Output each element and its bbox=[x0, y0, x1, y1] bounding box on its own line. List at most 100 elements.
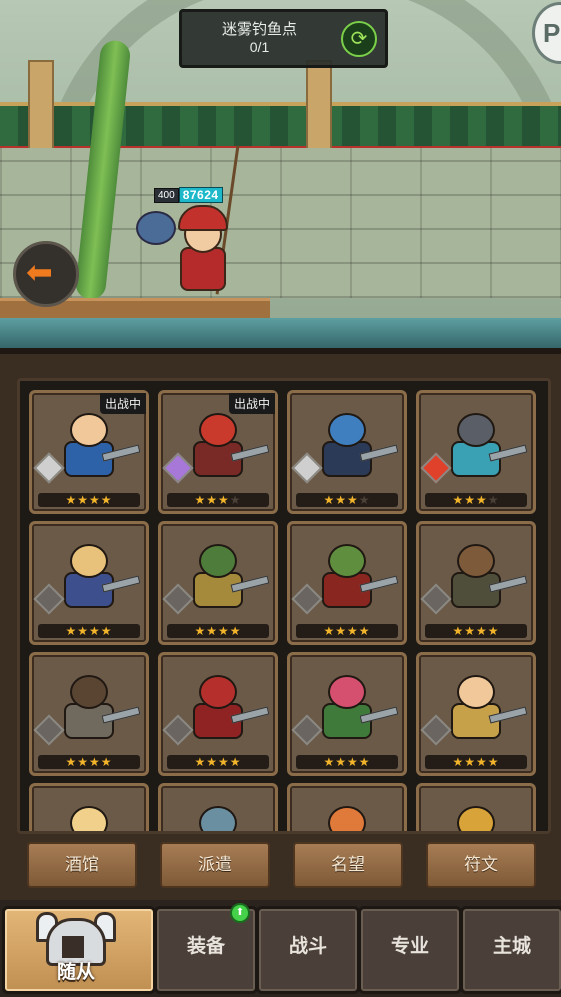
follower-card[interactable]: ★★★★ bbox=[287, 521, 407, 645]
star-icon: ★ bbox=[452, 624, 465, 638]
star-icon: ★ bbox=[487, 624, 500, 638]
player-status: 400 87624 bbox=[154, 187, 223, 203]
star-icon: ★ bbox=[347, 755, 359, 769]
star-rating: ★★★★ bbox=[296, 493, 398, 507]
star-icon: ★ bbox=[194, 755, 207, 769]
star-icon: ★ bbox=[65, 493, 78, 507]
player-level: 400 bbox=[154, 187, 179, 203]
nav-battle[interactable]: 战斗 bbox=[256, 906, 360, 994]
follower-portrait bbox=[300, 796, 392, 831]
in-battle-badge: 出战中 bbox=[228, 393, 275, 414]
star-icon: ★ bbox=[323, 624, 336, 638]
star-icon: ★ bbox=[194, 624, 207, 638]
nav-followers-label: 随从 bbox=[56, 962, 95, 983]
nav-main-city[interactable]: 主城 bbox=[460, 906, 561, 994]
location-progress: 0/1 bbox=[249, 39, 270, 55]
player-hero[interactable] bbox=[136, 145, 240, 301]
star-icon: ★ bbox=[229, 624, 242, 638]
star-icon: ★ bbox=[358, 493, 371, 507]
follower-grid[interactable]: ★★★★ 出战中 ★★★★ 出战中 ★★★★ ★★★★ ★★★★ ★★★★ ★★★★ ★★★★ ★★… bbox=[17, 378, 551, 834]
star-icon: ★ bbox=[464, 493, 476, 507]
roof-pillar bbox=[28, 60, 54, 154]
follower-card[interactable]: ★★★★ bbox=[29, 652, 149, 776]
star-icon: ★ bbox=[206, 755, 218, 769]
follower-portrait bbox=[42, 796, 134, 831]
subtab-runes[interactable]: 符文 bbox=[426, 842, 536, 888]
follower-card[interactable] bbox=[158, 783, 278, 831]
star-icon: ★ bbox=[335, 755, 347, 769]
follower-card[interactable]: ★★★★ bbox=[29, 521, 149, 645]
roof-pillar bbox=[306, 60, 332, 154]
star-icon: ★ bbox=[206, 493, 218, 507]
star-icon: ★ bbox=[487, 755, 500, 769]
star-icon: ★ bbox=[487, 493, 500, 507]
nav-profession[interactable]: 专业 bbox=[358, 906, 462, 994]
subtab-tavern[interactable]: 酒馆 bbox=[27, 842, 137, 888]
star-icon: ★ bbox=[335, 624, 347, 638]
follower-card[interactable] bbox=[29, 783, 149, 831]
star-icon: ★ bbox=[323, 755, 336, 769]
star-icon: ★ bbox=[65, 624, 78, 638]
star-icon: ★ bbox=[218, 493, 230, 507]
star-icon: ★ bbox=[77, 493, 89, 507]
back-button[interactable]: ⬅ bbox=[13, 241, 79, 307]
star-rating: ★★★★ bbox=[167, 755, 269, 769]
star-icon: ★ bbox=[65, 755, 78, 769]
star-icon: ★ bbox=[100, 493, 113, 507]
star-rating: ★★★★ bbox=[296, 624, 398, 638]
star-icon: ★ bbox=[89, 493, 101, 507]
star-icon: ★ bbox=[452, 755, 465, 769]
star-rating: ★★★★ bbox=[296, 755, 398, 769]
star-icon: ★ bbox=[218, 624, 230, 638]
subtab-reputation[interactable]: 名望 bbox=[293, 842, 403, 888]
star-rating: ★★★★ bbox=[167, 624, 269, 638]
star-icon: ★ bbox=[100, 755, 113, 769]
follower-card[interactable]: ★★★★ bbox=[416, 521, 536, 645]
star-rating: ★★★★ bbox=[425, 493, 527, 507]
star-icon: ★ bbox=[476, 493, 488, 507]
star-icon: ★ bbox=[89, 755, 101, 769]
water bbox=[0, 318, 561, 350]
star-icon: ★ bbox=[464, 624, 476, 638]
star-rating: ★★★★ bbox=[38, 624, 140, 638]
follower-card[interactable]: ★★★★ 出战中 bbox=[158, 390, 278, 514]
hero-hat bbox=[178, 205, 228, 231]
follower-card[interactable]: ★★★★ bbox=[287, 390, 407, 514]
fish-float bbox=[136, 211, 176, 245]
location-title: 迷雾钓鱼点 bbox=[221, 21, 297, 38]
star-icon: ★ bbox=[464, 755, 476, 769]
star-icon: ★ bbox=[229, 755, 242, 769]
star-icon: ★ bbox=[347, 624, 359, 638]
location-panel: 迷雾钓鱼点 0/1 ⟳ bbox=[179, 9, 388, 68]
follower-card[interactable] bbox=[287, 783, 407, 831]
refresh-icon[interactable]: ⟳ bbox=[341, 21, 377, 57]
star-icon: ★ bbox=[347, 493, 359, 507]
follower-card[interactable]: ★★★★ bbox=[287, 652, 407, 776]
follower-card[interactable]: ★★★★ bbox=[158, 521, 278, 645]
follower-card[interactable]: ★★★★ 出战中 bbox=[29, 390, 149, 514]
helmet-icon bbox=[36, 912, 116, 966]
star-rating: ★★★★ bbox=[38, 493, 140, 507]
follower-card[interactable] bbox=[416, 783, 536, 831]
temple-roof bbox=[0, 102, 561, 152]
star-icon: ★ bbox=[77, 755, 89, 769]
star-icon: ★ bbox=[218, 755, 230, 769]
subtab-dispatch[interactable]: 派遣 bbox=[160, 842, 270, 888]
follower-portrait bbox=[171, 796, 263, 831]
follower-portrait bbox=[429, 796, 521, 831]
star-icon: ★ bbox=[100, 624, 113, 638]
star-icon: ★ bbox=[452, 493, 465, 507]
follower-card[interactable]: ★★★★ bbox=[158, 652, 278, 776]
star-icon: ★ bbox=[476, 755, 488, 769]
in-battle-badge: 出战中 bbox=[99, 393, 146, 414]
player-hp: 87624 bbox=[178, 187, 223, 203]
star-rating: ★★★★ bbox=[425, 624, 527, 638]
star-icon: ★ bbox=[194, 493, 207, 507]
star-icon: ★ bbox=[358, 624, 371, 638]
star-rating: ★★★★ bbox=[38, 755, 140, 769]
follower-card[interactable]: ★★★★ bbox=[416, 652, 536, 776]
star-icon: ★ bbox=[323, 493, 336, 507]
star-rating: ★★★★ bbox=[167, 493, 269, 507]
back-arrow-icon: ⬅ bbox=[26, 254, 53, 290]
follower-card[interactable]: ★★★★ bbox=[416, 390, 536, 514]
